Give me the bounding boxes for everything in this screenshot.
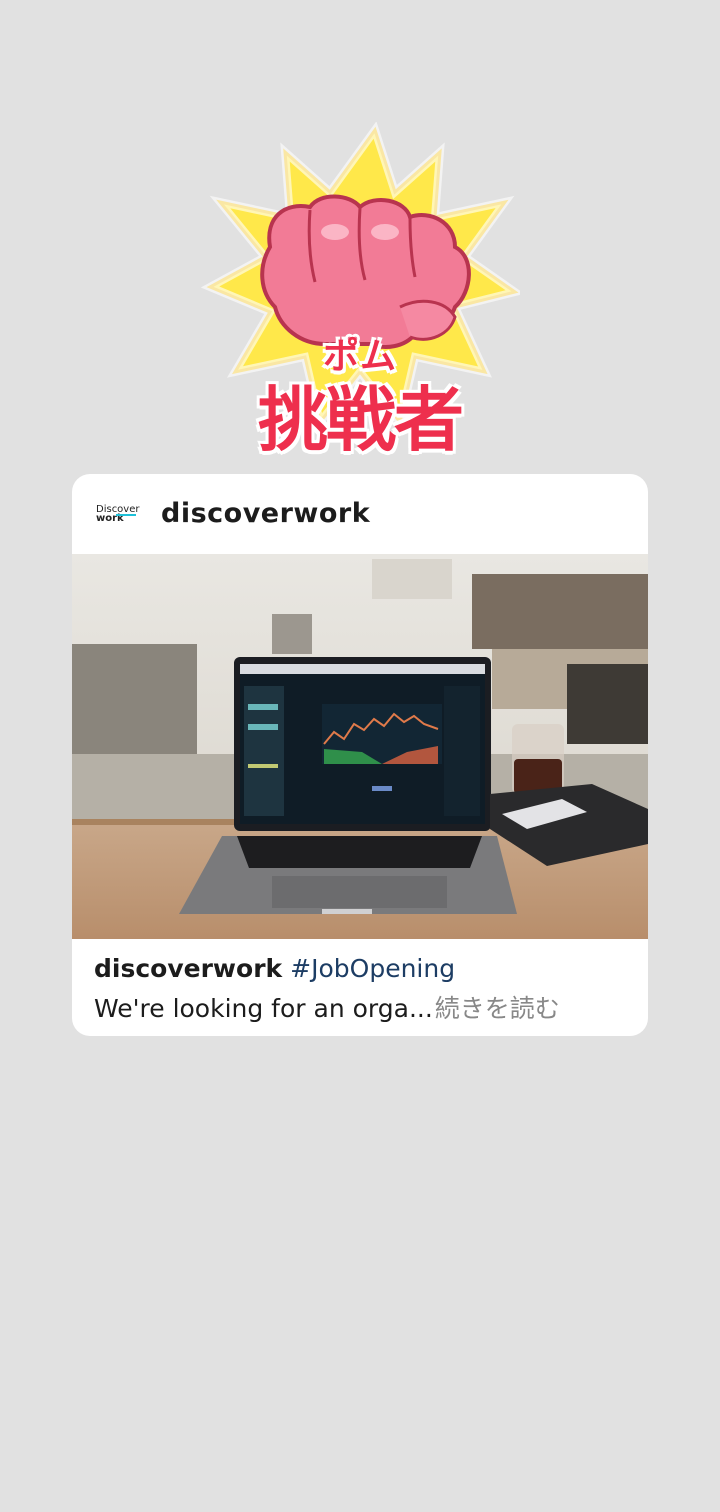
sticker-title: 挑戦者 <box>258 379 464 461</box>
post-caption: discoverwork #JobOpening We're looking fo… <box>94 954 632 1025</box>
brand-logo[interactable]: Discover work <box>96 505 140 525</box>
challenger-sticker: ポム 挑戦者 <box>200 122 520 461</box>
post-username[interactable]: discoverwork <box>161 498 370 529</box>
post-card[interactable]: Discover work discoverwork discoverwork … <box>72 474 648 1036</box>
caption-hashtag[interactable]: #JobOpening <box>290 954 455 983</box>
post-header: Discover work discoverwork <box>72 474 648 554</box>
laptop-photo <box>72 554 648 939</box>
logo-accent <box>116 514 136 516</box>
read-more-link[interactable]: 続きを読む <box>435 994 560 1023</box>
post-image[interactable] <box>72 554 648 939</box>
caption-text: We're looking for an orga... <box>94 994 433 1023</box>
caption-username[interactable]: discoverwork <box>94 954 282 983</box>
